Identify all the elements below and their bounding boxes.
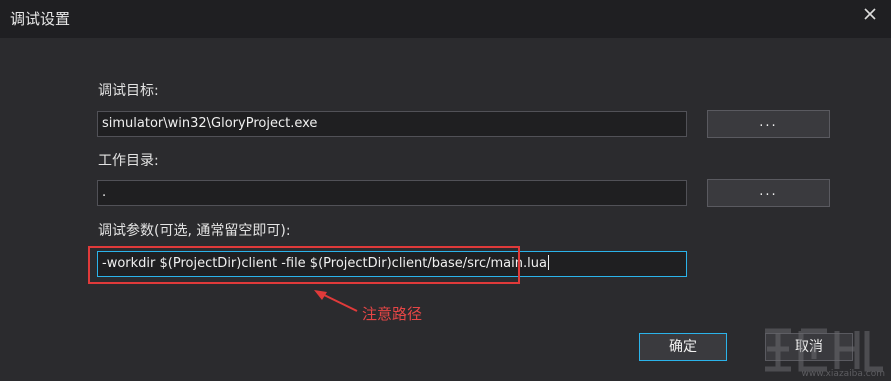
- watermark-url: www.xiazaiba.com: [801, 369, 885, 379]
- debug-target-input[interactable]: simulator\win32\GloryProject.exe: [97, 111, 687, 137]
- title-bar[interactable]: 调试设置: [0, 0, 891, 38]
- debug-arguments-value: -workdir $(ProjectDir)client -file $(Pro…: [102, 256, 547, 271]
- working-directory-label: 工作目录:: [98, 153, 159, 169]
- ok-button[interactable]: 确定: [639, 333, 727, 361]
- debug-settings-dialog: 调试设置 调试目标: simulator\win32\GloryProject.…: [0, 0, 891, 381]
- text-caret: [547, 255, 549, 270]
- working-directory-input[interactable]: .: [97, 180, 687, 206]
- debug-arguments-input[interactable]: -workdir $(ProjectDir)client -file $(Pro…: [97, 251, 687, 277]
- debug-target-label: 调试目标:: [98, 83, 159, 99]
- working-directory-browse-button[interactable]: ...: [707, 179, 830, 207]
- debug-target-browse-button[interactable]: ...: [707, 110, 830, 138]
- close-icon[interactable]: [861, 5, 879, 23]
- debug-arguments-label: 调试参数(可选, 通常留空即可):: [98, 223, 291, 239]
- annotation-note: 注意路径: [362, 305, 423, 323]
- dialog-title: 调试设置: [10, 10, 71, 28]
- cancel-button[interactable]: 取消: [765, 333, 853, 361]
